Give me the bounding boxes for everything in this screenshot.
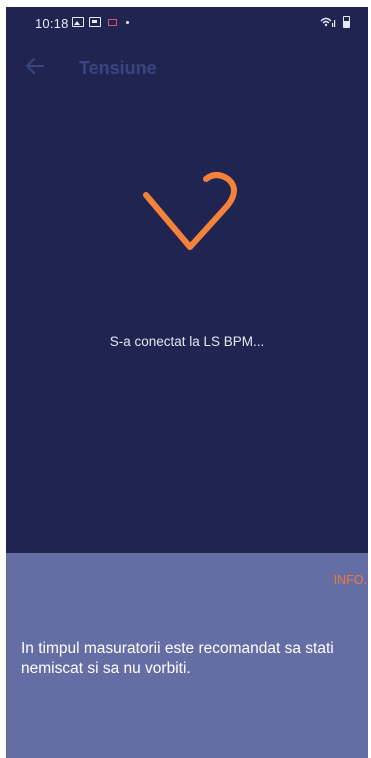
battery-icon bbox=[343, 16, 350, 28]
dot-icon bbox=[126, 21, 129, 24]
heart-icon bbox=[143, 172, 237, 250]
mail-icon bbox=[108, 19, 117, 26]
info-panel: INFO. In timpul masuratorii este recoman… bbox=[6, 553, 368, 758]
arrow-left-icon[interactable] bbox=[24, 55, 46, 77]
status-time: 10:18 bbox=[35, 16, 69, 31]
app-bar: Tensiune bbox=[6, 38, 368, 94]
connection-status-text: S-a conectat la LS BPM... bbox=[109, 334, 265, 349]
info-link[interactable]: INFO. bbox=[334, 573, 367, 587]
app-screen: 10:18 Tensiune S-a conectat la LS BPM...… bbox=[6, 7, 368, 758]
page-title: Tensiune bbox=[79, 58, 157, 78]
gallery-icon bbox=[89, 17, 101, 27]
status-bar: 10:18 bbox=[6, 7, 368, 38]
info-message: In timpul masuratorii este recomandat sa… bbox=[21, 640, 334, 677]
gallery-icon bbox=[72, 17, 84, 27]
wifi-signal-icon bbox=[320, 17, 336, 27]
